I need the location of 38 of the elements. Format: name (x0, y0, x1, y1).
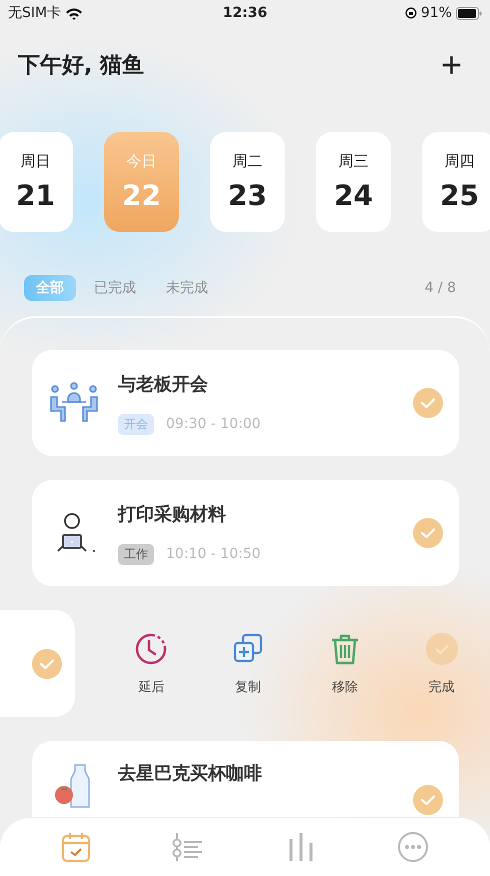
task-title: 去星巴克买杯咖啡 (118, 762, 263, 785)
copy-action[interactable]: 复制 (200, 632, 296, 696)
task-card[interactable]: 打印采购材料 工作 10:10 - 10:50 (32, 480, 459, 586)
list-tab-icon[interactable] (172, 831, 204, 863)
task-time: 09:30 - 10:00 (166, 416, 261, 432)
task-title: 与老板开会 (118, 372, 209, 396)
greeting-title: 下午好, 猫鱼 (18, 52, 144, 80)
complete-action[interactable]: 完成 (393, 632, 490, 696)
task-title: 打印采购材料 (118, 502, 227, 526)
task-tag: 开会 (118, 414, 154, 434)
rotation-lock-icon (404, 7, 417, 19)
date-card[interactable]: 周二 23 (210, 132, 285, 232)
add-button[interactable]: + (440, 47, 462, 83)
check-icon[interactable] (413, 518, 443, 548)
clock-time: 12:36 (222, 5, 268, 21)
check-icon[interactable] (413, 388, 443, 418)
task-tag: 工作 (118, 544, 154, 564)
date-card[interactable]: 周三 24 (316, 132, 391, 232)
task-time: 10:10 - 10:50 (166, 546, 261, 562)
more-tab-icon[interactable] (397, 831, 430, 863)
battery-percent: 91% (420, 5, 452, 21)
remove-action[interactable]: 移除 (296, 632, 394, 696)
meeting-icon (48, 381, 100, 425)
task-card[interactable]: 去星巴克买杯咖啡 (32, 741, 459, 817)
calendar-tab-icon[interactable] (60, 831, 91, 863)
date-card[interactable]: 周日 21 (0, 132, 73, 232)
postpone-action[interactable]: 延后 (103, 632, 200, 696)
battery-icon (456, 6, 482, 20)
check-circle-icon (424, 632, 459, 666)
clock-icon (134, 632, 168, 666)
check-icon[interactable] (32, 648, 62, 678)
task-count: 4 / 8 (424, 280, 456, 296)
task-card[interactable]: 与老板开会 开会 09:30 - 10:00 (32, 350, 459, 456)
check-icon[interactable] (413, 785, 443, 815)
wifi-icon (65, 6, 84, 20)
task-card[interactable] (0, 610, 75, 717)
date-card[interactable]: 周四 25 (422, 132, 490, 232)
carrier-text: 无SIM卡 (8, 4, 62, 22)
